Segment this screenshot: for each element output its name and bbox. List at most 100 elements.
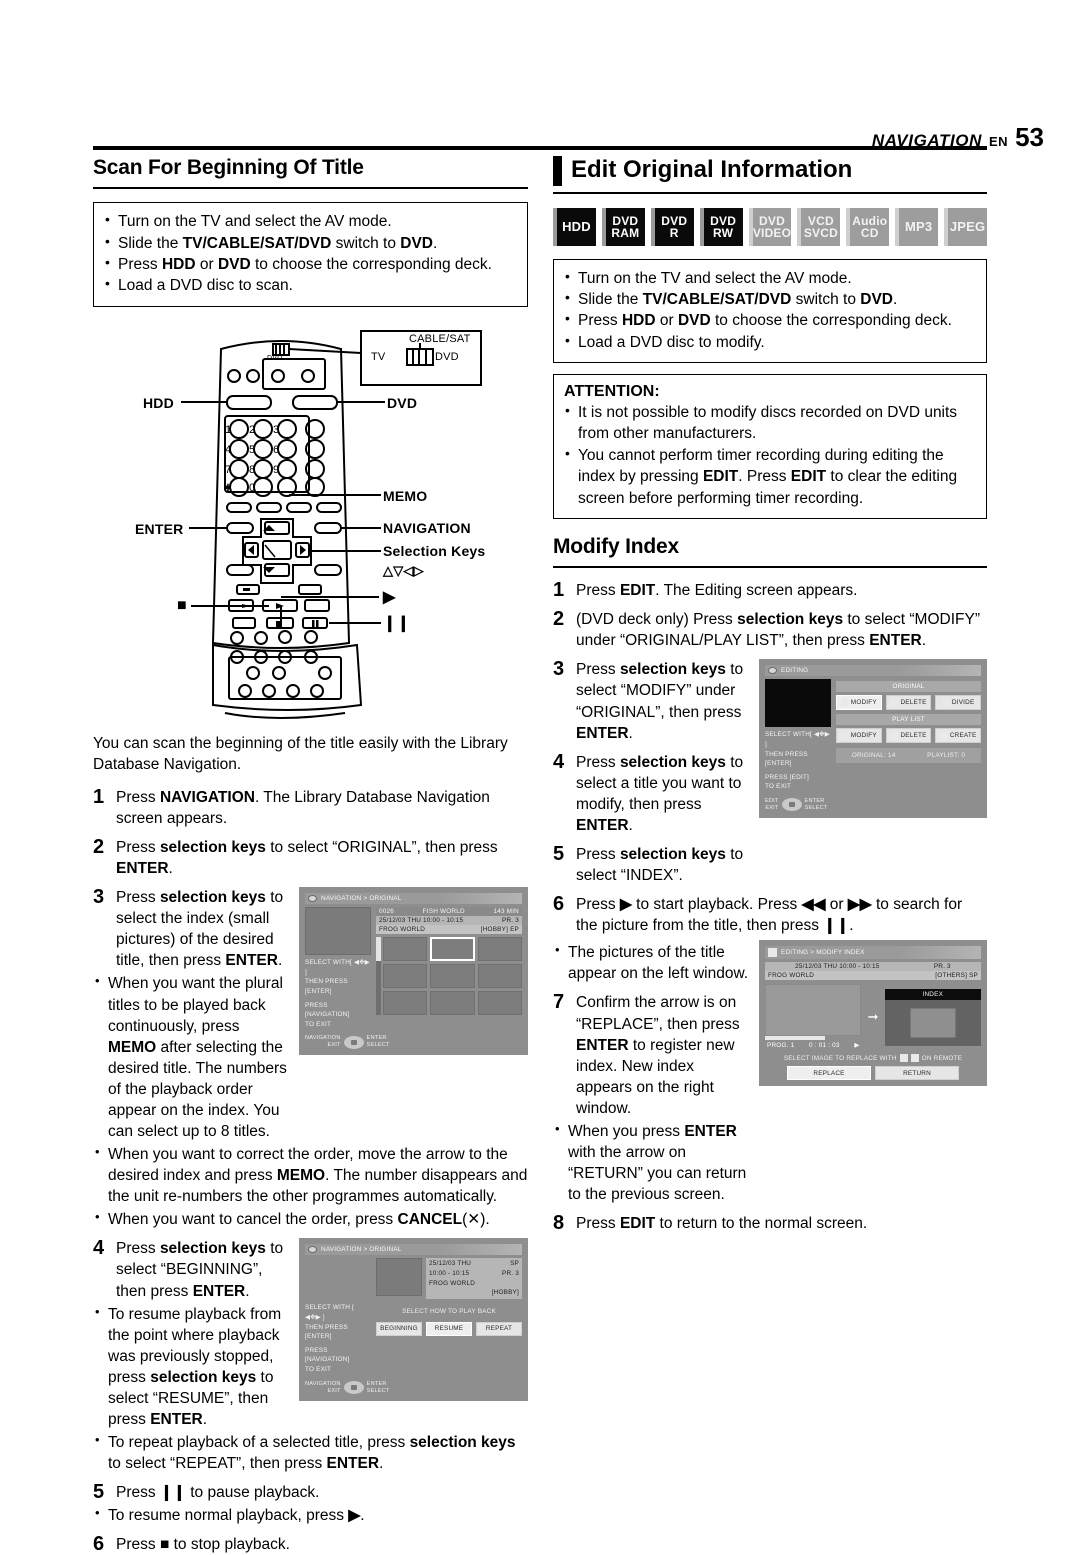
index-cell[interactable] bbox=[383, 964, 428, 989]
attention-box: ATTENTION: It is not possible to modify … bbox=[553, 374, 987, 519]
step-text: (DVD deck only) Press selection keys to … bbox=[576, 611, 980, 650]
index-cell[interactable] bbox=[430, 964, 475, 989]
title-accent-bar bbox=[553, 156, 562, 186]
index-cell[interactable] bbox=[477, 937, 522, 962]
screen-left-panel: SELECT WITH[ ◀✥▶ ] THEN PRESS [ENTER] PR… bbox=[305, 907, 389, 1049]
right-section-rule bbox=[553, 191, 987, 194]
key-label: EDIT bbox=[765, 798, 779, 804]
index-cell[interactable] bbox=[477, 964, 522, 989]
step-number: 6 bbox=[553, 893, 565, 916]
program-mode: SP bbox=[510, 1260, 519, 1268]
arrow-right-icon: ➞ bbox=[867, 1009, 879, 1025]
replace-button[interactable]: REPLACE bbox=[787, 1066, 871, 1081]
button-label: DIVIDE bbox=[951, 699, 975, 707]
key-label: EXIT bbox=[327, 1042, 341, 1049]
index-preview-area bbox=[884, 999, 981, 1046]
left-steps: 1 Press NAVIGATION. The Library Database… bbox=[93, 786, 528, 1555]
modify-index-title: Modify Index bbox=[553, 534, 679, 558]
badge-line: VIDEO bbox=[752, 225, 792, 240]
replace-compare-row: PROG. 1 0 : 01 : 03 ▶ ➞ INDEX bbox=[765, 984, 981, 1051]
delete-icon bbox=[890, 698, 899, 707]
original-modify-button[interactable]: MODIFY bbox=[836, 695, 882, 711]
modify-icon bbox=[840, 698, 849, 707]
svg-text:6: 6 bbox=[273, 444, 279, 456]
remote-switch-label-cablesat: CABLE/SAT bbox=[409, 332, 471, 345]
step-2: 2 (DVD deck only) Press selection keys t… bbox=[553, 609, 987, 651]
svg-text:7: 7 bbox=[225, 464, 231, 476]
key-guide-left: EDIT EXIT bbox=[765, 798, 779, 812]
screen-body: SELECT WITH[ ◀✥▶ ] THEN PRESS [ENTER] PR… bbox=[765, 679, 982, 812]
preview-thumbnail bbox=[305, 907, 371, 956]
dpad-icon bbox=[781, 798, 802, 812]
right-column: Edit Original Information HDD DVD RAM DV… bbox=[553, 156, 988, 1234]
title-summary: 25/12/03 THU SP 10:00 - 10:15 PR. 3 FROG… bbox=[376, 1258, 522, 1299]
screen-title-bar: NAVIGATION > ORIGINAL bbox=[305, 893, 522, 905]
program-title: FROG WORLD bbox=[429, 1279, 476, 1287]
index-cell[interactable] bbox=[383, 991, 428, 1016]
program-title: FROG WORLD bbox=[379, 926, 426, 934]
step-text: Press selection keys to select “ORIGINAL… bbox=[116, 838, 498, 878]
step-1: 1 Press EDIT. The Editing screen appears… bbox=[553, 580, 987, 601]
remote-label-stop-glyph: ■ bbox=[177, 596, 187, 614]
step-text: Press NAVIGATION. The Library Database N… bbox=[116, 788, 490, 827]
playlist-delete-button[interactable]: DELETE bbox=[885, 728, 932, 744]
svg-text:✱: ✱ bbox=[224, 483, 232, 494]
hint-line: PRESS [NAVIGATION] bbox=[305, 1001, 350, 1019]
counts-row: ORIGINAL: 14 PLAYLIST: 0 bbox=[836, 748, 981, 764]
badge-dvd-ram: DVD RAM bbox=[601, 207, 645, 246]
hint-line: PRESS [NAVIGATION] bbox=[305, 1346, 350, 1364]
create-icon bbox=[939, 731, 948, 740]
left-prerequisites-box: Turn on the TV and select the AV mode. S… bbox=[93, 202, 528, 307]
program-pr-number: 3 bbox=[515, 1269, 519, 1277]
program-time-row: 25/12/03 THU 10:00 - 10:15 PR. 3 bbox=[376, 916, 522, 926]
instruction-text-post: ON REMOTE bbox=[921, 1054, 963, 1062]
playlist-create-button[interactable]: CREATE bbox=[935, 728, 982, 744]
playback-progress-bar[interactable] bbox=[765, 1036, 862, 1041]
disc-info-row: 0026 FISH WORLD 143 MIN bbox=[376, 907, 522, 917]
title-meta: 25/12/03 THU SP 10:00 - 10:15 PR. 3 FROG… bbox=[426, 1258, 522, 1299]
remote-label-enter: ENTER bbox=[135, 520, 184, 537]
badge-dvd-rw: DVD RW bbox=[699, 207, 743, 246]
playlist-modify-button[interactable]: MODIFY bbox=[836, 728, 882, 744]
return-button[interactable]: RETURN bbox=[875, 1066, 959, 1081]
button-label: MODIFY bbox=[850, 699, 877, 707]
beginning-button[interactable]: BEGINNING bbox=[376, 1321, 422, 1336]
svg-text:4: 4 bbox=[225, 444, 231, 456]
key-guide-left: NAVIGATION EXIT bbox=[305, 1035, 341, 1049]
remote-label-selection-glyphs: △▽◁▷ bbox=[383, 562, 424, 578]
step-4-bullet-2: To repeat playback of a selected title, … bbox=[93, 1431, 528, 1474]
original-delete-button[interactable]: DELETE bbox=[885, 695, 932, 711]
index-cell[interactable] bbox=[477, 991, 522, 1016]
remote-switch-label-dvd: DVD bbox=[435, 350, 459, 363]
program-genre: [OTHERS] bbox=[935, 972, 968, 980]
index-cell[interactable] bbox=[383, 937, 428, 962]
step-3-row: 3 Press selection keys to select the ind… bbox=[93, 887, 528, 1142]
original-divide-button[interactable]: DIVIDE bbox=[935, 695, 982, 711]
left-prerequisite-list: Turn on the TV and select the AV mode. S… bbox=[104, 210, 517, 297]
disc-icon bbox=[308, 895, 317, 903]
right-prerequisites-box: Turn on the TV and select the AV mode. S… bbox=[553, 258, 987, 364]
screen-right-panel: ORIGINAL MODIFY DELETE DIVIDE PLAY LIST … bbox=[836, 679, 982, 812]
badge-line: Audio bbox=[852, 213, 888, 228]
svg-text:2: 2 bbox=[249, 424, 255, 436]
header-language: EN bbox=[989, 134, 1009, 149]
resume-button[interactable]: RESUME bbox=[426, 1321, 472, 1336]
remote-label-pause-glyph: ❙❙ bbox=[383, 614, 411, 632]
repeat-button[interactable]: REPEAT bbox=[476, 1321, 522, 1336]
index-cell[interactable] bbox=[430, 991, 475, 1016]
index-cell-selected[interactable] bbox=[430, 937, 475, 962]
program-channel: PR. 3 bbox=[933, 963, 951, 971]
list-item: Slide the TV/CABLE/SAT/DVD switch to DVD… bbox=[564, 288, 976, 310]
svg-text:3: 3 bbox=[273, 424, 279, 436]
screen-title-bar: NAVIGATION > ORIGINAL bbox=[305, 1244, 522, 1256]
disc-name: FISH WORLD bbox=[422, 908, 465, 916]
remote-switch-label-tv: TV bbox=[371, 350, 386, 363]
original-button-row: MODIFY DELETE DIVIDE bbox=[836, 695, 982, 711]
badge-audio-cd: Audio CD bbox=[846, 207, 890, 246]
scrollbar[interactable] bbox=[376, 937, 381, 1016]
list-item: Turn on the TV and select the AV mode. bbox=[564, 267, 976, 289]
title-thumbnail bbox=[376, 1258, 422, 1297]
badge-line: MP3 bbox=[905, 219, 933, 235]
step-number: 5 bbox=[93, 1481, 105, 1504]
button-label: DELETE bbox=[900, 699, 927, 707]
